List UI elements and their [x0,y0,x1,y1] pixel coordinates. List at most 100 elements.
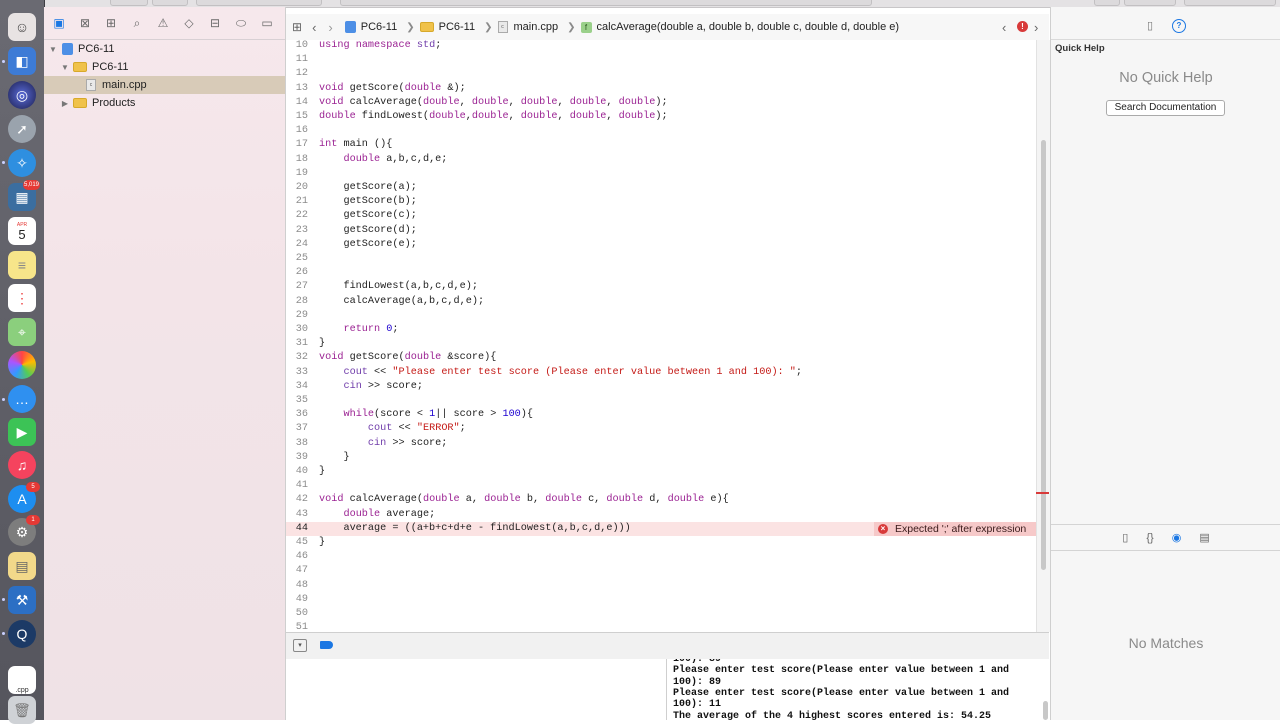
maps-icon[interactable]: ⌖ [8,318,36,346]
code-line[interactable]: 18 double a,b,c,d,e; [286,153,1036,167]
code-line[interactable]: 28 calcAverage(a,b,c,d,e); [286,295,1036,309]
code-line[interactable]: 22 getScore(c); [286,209,1036,223]
breadcrumb-function[interactable]: f calcAverage(double a, double b, double… [580,21,899,33]
warning-icon[interactable]: ⚠ [150,16,176,30]
quicktime-icon[interactable]: Q [8,620,36,648]
cpp-file-icon[interactable]: .cpp [8,666,36,694]
code-line[interactable]: 39 } [286,451,1036,465]
code-line[interactable]: 16 [286,124,1036,138]
code-line[interactable]: 12 [286,67,1036,81]
code-line[interactable]: 21 getScore(b); [286,195,1036,209]
hide-debug-area-icon[interactable]: ▾ [293,639,307,652]
next-issue-icon[interactable]: › [1034,20,1038,35]
code-line[interactable]: 36 while(score < 1|| score > 100){ [286,408,1036,422]
code-line[interactable]: 51 [286,621,1036,632]
code-line[interactable]: 31} [286,337,1036,351]
file-template-icon[interactable]: ▯ [1122,531,1128,544]
breakpoint-icon[interactable]: ⬭ [228,16,254,31]
run-button[interactable] [110,0,148,6]
tree-item-project[interactable]: ▼ PC6-11 [44,40,285,58]
code-line[interactable]: 38 cin >> score; [286,437,1036,451]
test-icon[interactable]: ◇ [176,16,202,30]
code-line[interactable]: 27 findLowest(a,b,c,d,e); [286,280,1036,294]
report-icon[interactable]: ▭ [254,16,280,30]
breadcrumb-project[interactable]: PC6-11 [344,21,397,33]
reminders-icon[interactable]: ⋮ [8,284,36,312]
code-line[interactable]: 40} [286,465,1036,479]
console-scrollbar[interactable] [1043,701,1048,720]
calendar-icon[interactable]: APR 5 [8,217,36,245]
object-library-icon[interactable]: ◉ [1172,531,1182,544]
version-editor-button[interactable] [1124,0,1176,6]
code-line[interactable]: 42 void calcAverage(double a, double b, d… [286,493,1036,507]
code-line[interactable]: 47 [286,564,1036,578]
code-line[interactable]: 46 [286,550,1036,564]
tree-item-file[interactable]: c main.cpp [44,76,285,94]
breadcrumb-file[interactable]: c main.cpp [497,21,558,33]
code-line[interactable]: 32 void getScore(double &score){ [286,351,1036,365]
editor-scrollbar[interactable] [1036,40,1050,632]
related-items-icon[interactable]: ⊞ [292,20,302,34]
notes-icon[interactable]: ≡ [8,251,36,279]
code-line[interactable]: 49 [286,593,1036,607]
messages-icon[interactable]: … [8,385,36,413]
code-line[interactable]: 33 cout << "Please enter test score (Ple… [286,366,1036,380]
tree-item-group[interactable]: ▼ PC6-11 [44,58,285,76]
code-snippet-icon[interactable]: {} [1146,532,1153,544]
code-line[interactable]: 13 void getScore(double &); [286,82,1036,96]
back-arrow-icon[interactable]: ‹ [312,20,316,35]
code-line[interactable]: 19 [286,167,1036,181]
folder-icon[interactable]: ▣ [46,16,72,30]
code-line[interactable]: 45} [286,536,1036,550]
code-line[interactable]: 50 [286,607,1036,621]
view-toggle-buttons[interactable] [1184,0,1276,6]
scheme-selector[interactable] [196,0,322,6]
code-line[interactable]: 25 [286,252,1036,266]
breadcrumb-group[interactable]: PC6-11 [419,21,475,33]
code-line[interactable]: 43 double average; [286,508,1036,522]
facetime-icon[interactable]: ▶ [8,418,36,446]
code-line[interactable]: 41 [286,479,1036,493]
search-documentation-button[interactable]: Search Documentation [1106,100,1225,116]
code-line[interactable]: 15 double findLowest(double,double, doubl… [286,110,1036,124]
quick-help-icon[interactable]: ? [1172,19,1186,33]
forward-arrow-icon[interactable]: › [328,20,332,35]
scrollbar-thumb[interactable] [1041,140,1046,570]
code-line[interactable]: 29 [286,309,1036,323]
siri-icon[interactable]: ◎ [8,81,36,109]
code-line[interactable]: 24 getScore(e); [286,238,1036,252]
file-inspector-icon[interactable]: ▯ [1147,19,1153,32]
appstore-icon[interactable]: A5 [8,482,40,513]
photos-icon[interactable] [8,351,36,379]
safari-icon[interactable]: ✧ [8,149,36,177]
code-line[interactable]: 23 getScore(d); [286,224,1036,238]
breakpoint-toggle-icon[interactable] [320,641,333,649]
finder-icon[interactable]: ☺ [8,13,36,41]
itunes-icon[interactable]: ♫ [8,451,36,479]
editor-mode-button[interactable] [1094,0,1120,6]
stop-button[interactable] [152,0,188,6]
code-line[interactable]: 20 getScore(a); [286,181,1036,195]
search-icon[interactable]: ⌕ [124,16,150,31]
code-line[interactable]: 17 int main (){ [286,138,1036,152]
code-line[interactable]: 37 cout << "ERROR"; [286,422,1036,436]
disclosure-closed-icon[interactable]: ▶ [60,99,70,108]
debug-icon[interactable]: ⊟ [202,16,228,30]
photos-browser-icon[interactable]: ▦ 5,019 [8,180,40,211]
error-indicator-icon[interactable]: ! [1017,21,1028,32]
source-editor[interactable]: 10 using namespace std; 11 12 13 void getScor… [286,40,1036,632]
finder-app-icon[interactable]: ◧ [8,47,36,75]
code-line[interactable]: 30 return 0; [286,323,1036,337]
code-line[interactable]: 10 using namespace std; [286,40,1036,53]
disclosure-open-icon[interactable]: ▼ [48,45,58,54]
code-line[interactable]: 35 [286,394,1036,408]
console-output[interactable]: 100): 89 Please enter test score(Please e… [666,659,1050,720]
code-line[interactable]: 14 void calcAverage(double, double, doubl… [286,96,1036,110]
stickies-icon[interactable]: ▤ [8,552,36,580]
symbol-icon[interactable]: ⊞ [98,16,124,30]
tree-item-products[interactable]: ▶ Products [44,94,285,112]
error-message[interactable]: × Expected ';' after expression [874,521,1036,536]
code-line[interactable]: 26 [286,266,1036,280]
prev-issue-icon[interactable]: ‹ [1002,20,1006,35]
disclosure-open-icon[interactable]: ▼ [60,63,70,72]
